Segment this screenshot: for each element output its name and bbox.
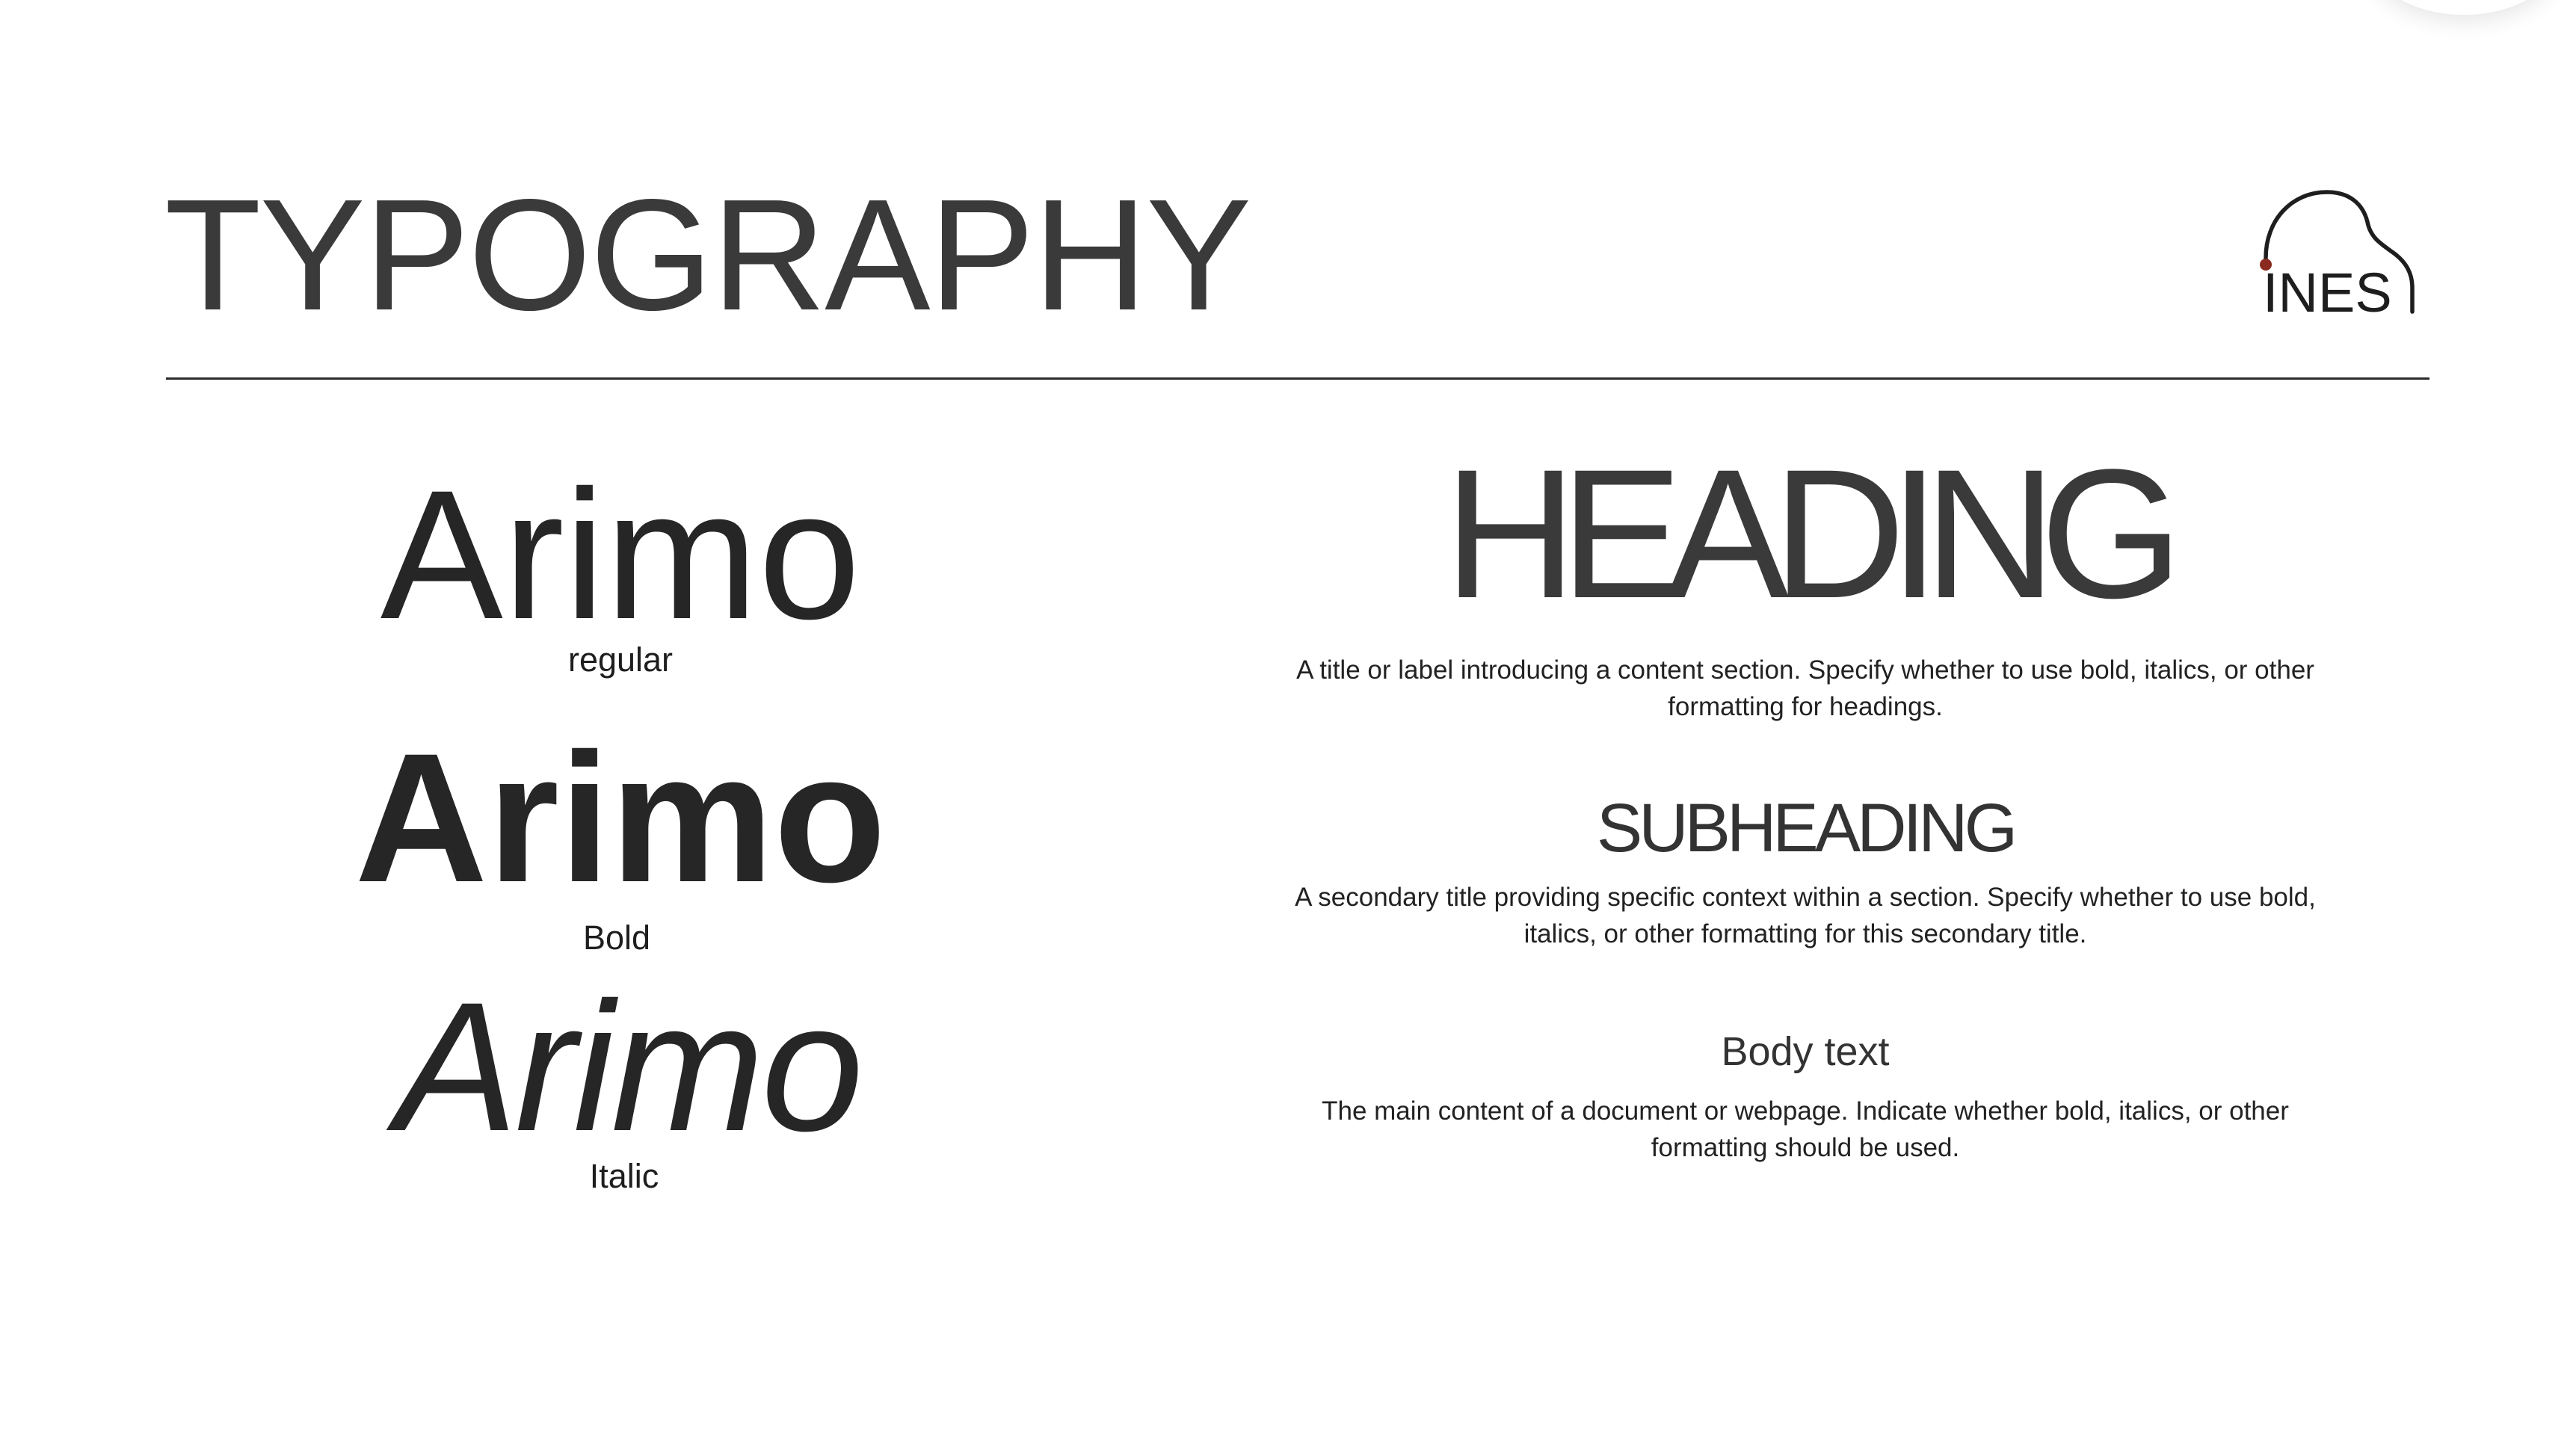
font-sample-bold: Arimo Bold bbox=[247, 726, 994, 957]
ines-logo: INES bbox=[2260, 190, 2415, 324]
font-sample-caption: regular bbox=[567, 641, 674, 679]
logo-text: INES bbox=[2263, 262, 2392, 324]
font-sample-word: Arimo bbox=[380, 452, 861, 658]
subheading-example: SUBHEADING bbox=[1596, 790, 2018, 866]
font-sample-caption: Bold bbox=[582, 919, 651, 957]
heading-example: HEADING bbox=[1443, 431, 2184, 637]
body-text-example: Body text bbox=[1721, 1029, 1890, 1074]
font-sample-regular: Arimo regular bbox=[247, 463, 994, 679]
font-sample-word: Arimo bbox=[354, 715, 887, 921]
body-text-spec: Body text The main content of a document… bbox=[1293, 1031, 2317, 1166]
heading-description: A title or label introducing a content s… bbox=[1296, 655, 2314, 721]
subheading-spec: SUBHEADING A secondary title providing s… bbox=[1293, 794, 2317, 952]
heading-spec: HEADING A title or label introducing a c… bbox=[1293, 442, 2317, 725]
corner-shadow-decoration bbox=[2367, 0, 2561, 15]
page-title: TYPOGRAPHY bbox=[164, 166, 1252, 343]
subheading-description: A secondary title providing specific con… bbox=[1295, 883, 2316, 948]
font-sample-caption: Italic bbox=[589, 1157, 659, 1195]
font-sample-italic: Arimo Italic bbox=[254, 975, 1002, 1195]
font-sample-word: Arimo bbox=[395, 964, 863, 1170]
body-text-description: The main content of a document or webpag… bbox=[1322, 1096, 2289, 1162]
header-divider bbox=[166, 377, 2429, 380]
